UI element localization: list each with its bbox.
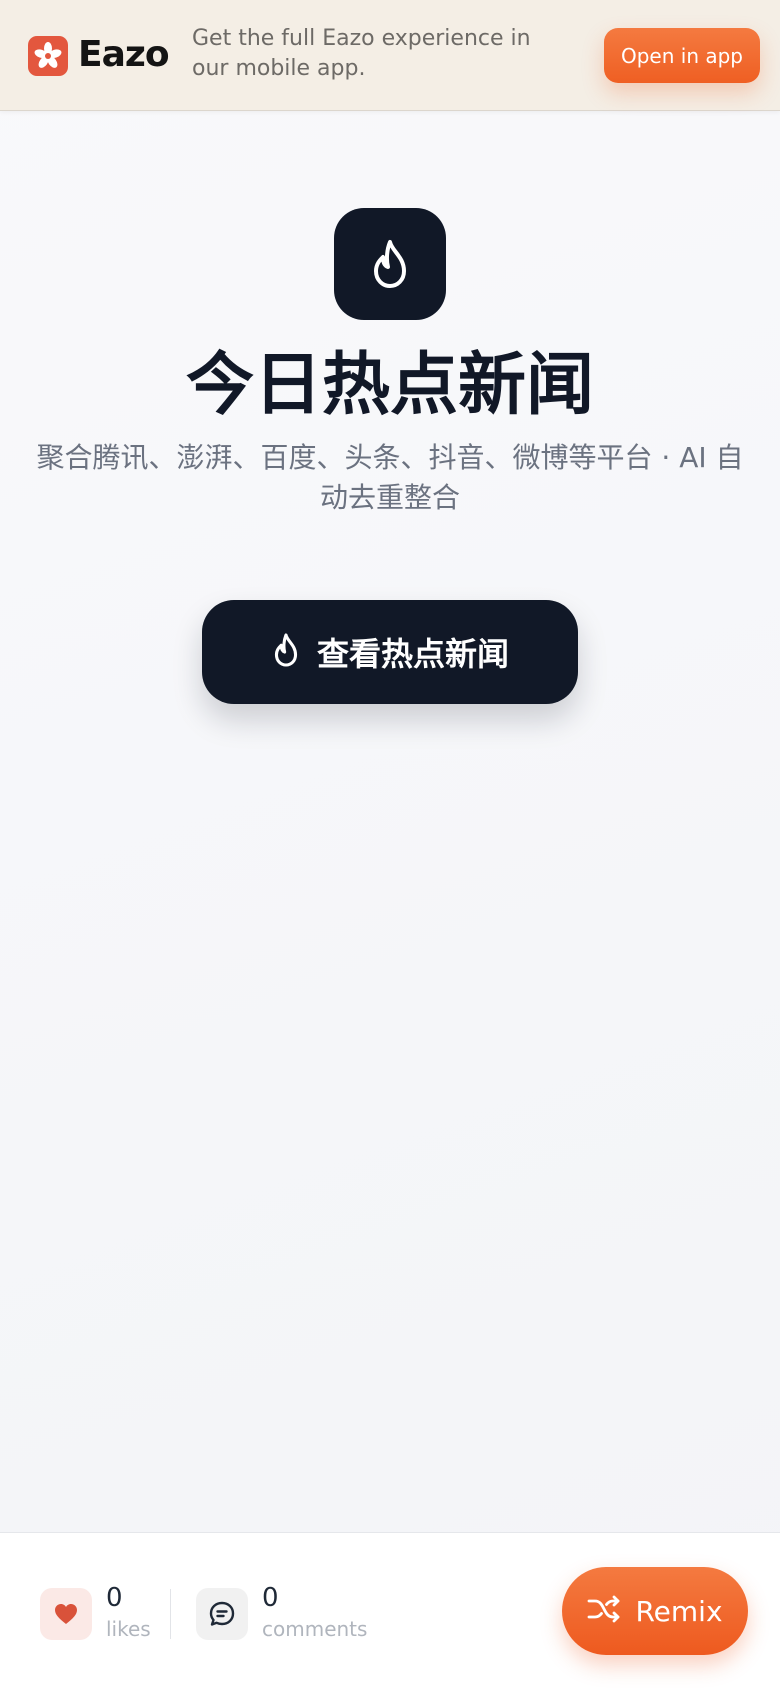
page-subtitle: 聚合腾讯、澎湃、百度、头条、抖音、微博等平台 · AI 自动去重整合 — [36, 441, 744, 514]
brand-name: Eazo — [78, 34, 170, 75]
view-hot-news-label: 查看热点新闻 — [316, 635, 509, 673]
comments-label: comments — [262, 1617, 368, 1641]
remix-label: Remix — [635, 1594, 723, 1628]
likes-label: likes — [106, 1617, 151, 1641]
flame-icon — [334, 208, 446, 320]
likes-count: 0 — [106, 1583, 123, 1613]
remix-button[interactable]: Remix — [562, 1567, 748, 1655]
flame-icon — [271, 631, 301, 673]
view-hot-news-button[interactable]: 查看热点新闻 — [202, 600, 578, 704]
eazo-logo-icon — [28, 36, 68, 76]
comments-count: 0 — [262, 1583, 279, 1613]
app-banner: Eazo Get the full Eazo experience in our… — [0, 0, 780, 111]
bottom-action-bar: 0 likes 0 comments Remix — [0, 1532, 780, 1688]
heart-icon[interactable] — [40, 1588, 92, 1640]
banner-message: Get the full Eazo experience in our mobi… — [192, 26, 531, 81]
shuffle-icon — [587, 1594, 621, 1628]
open-in-app-button[interactable]: Open in app — [604, 28, 760, 83]
comment-icon[interactable] — [196, 1588, 248, 1640]
stat-divider — [170, 1589, 171, 1639]
page-title: 今日热点新闻 — [185, 346, 594, 425]
